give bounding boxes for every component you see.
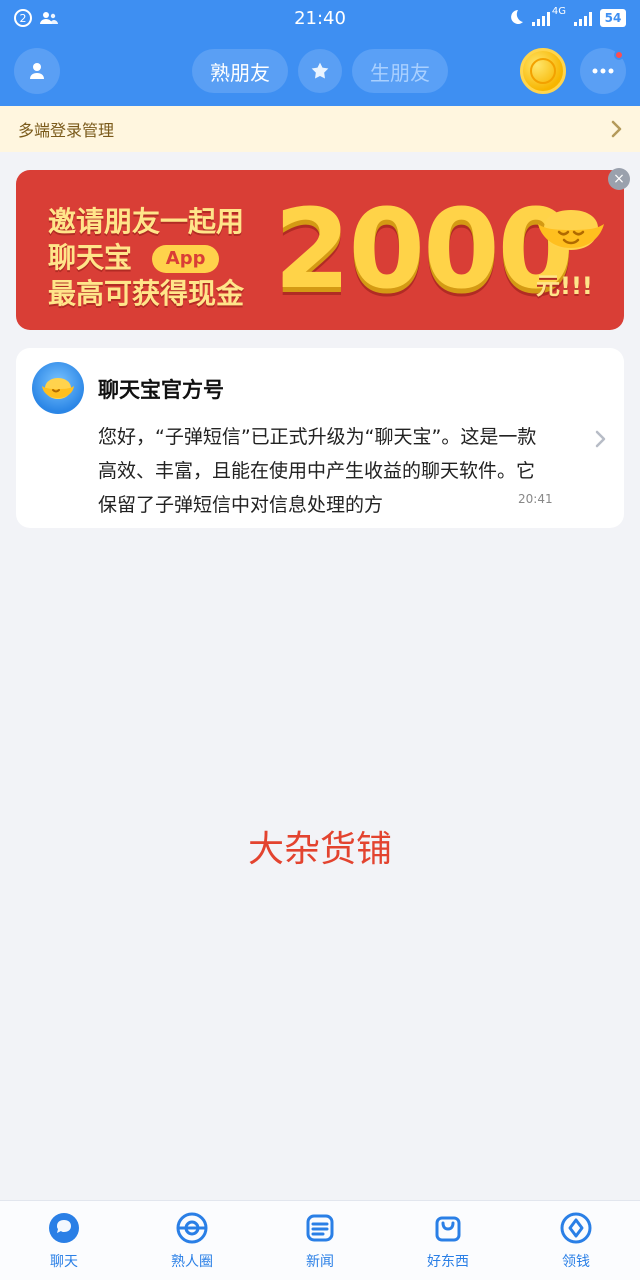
news-icon: [306, 1214, 334, 1241]
promo-line2-wrap: 聊天宝 App: [48, 240, 244, 276]
more-button[interactable]: [580, 48, 626, 94]
promo-line2: 聊天宝: [48, 241, 133, 274]
nav-goods[interactable]: 好东西: [384, 1211, 512, 1271]
circle-icon: [176, 1212, 208, 1243]
top-bar: 2 21:40 4G 54 熟朋友 生朋友: [0, 0, 640, 106]
close-promo-button[interactable]: ×: [608, 168, 630, 190]
chevron-right-icon: [611, 120, 622, 138]
contacts-status-icon: [40, 12, 58, 24]
tab-new-friends[interactable]: 生朋友: [352, 49, 448, 93]
nav-chat[interactable]: 聊天: [0, 1211, 128, 1271]
tab-label: 生朋友: [370, 60, 430, 85]
notification-count: 2: [19, 11, 27, 25]
promo-app-chip: App: [151, 245, 220, 273]
nav-label: 聊天: [50, 1253, 78, 1270]
nav-label: 熟人圈: [171, 1253, 213, 1270]
message-title: 聊天宝官方号: [98, 378, 224, 402]
chevron-right-icon: [595, 430, 606, 448]
promo-amount: 2000: [274, 185, 574, 313]
favorites-button[interactable]: [298, 49, 342, 93]
notification-dot: [614, 50, 624, 60]
nav-earn[interactable]: 领钱: [512, 1211, 640, 1271]
bag-icon: [435, 1216, 461, 1241]
more-dots-icon: [592, 68, 614, 74]
network-type: 4G: [551, 6, 566, 17]
star-icon: [311, 62, 329, 79]
center-shop-label: 大杂货铺: [247, 829, 392, 870]
close-icon: ×: [613, 171, 625, 187]
header: 熟朋友 生朋友: [0, 36, 640, 106]
promo-line3: 最高可获得现金: [48, 277, 245, 310]
battery-indicator: 54: [600, 9, 626, 27]
multi-login-banner[interactable]: 多端登录管理: [0, 106, 640, 152]
notification-count-icon: 2: [14, 9, 32, 27]
promo-banner[interactable]: 邀请朋友一起用 聊天宝 App 最高可获得现金 2000 元!!!: [16, 170, 624, 330]
tab-close-friends[interactable]: 熟朋友: [192, 49, 288, 93]
friend-tabs: 熟朋友 生朋友: [192, 49, 448, 93]
status-left: 2: [14, 9, 58, 27]
coin-icon: [530, 58, 556, 84]
ingot-avatar-icon: [42, 378, 74, 399]
signal-icon-2: [574, 10, 592, 26]
status-bar: 2 21:40 4G 54: [0, 0, 640, 36]
nav-label: 好东西: [427, 1253, 469, 1270]
message-preview: 您好，“子弹短信”已正式升级为“聊天宝”。这是一款高效、丰富，且能在使用中产生收…: [98, 426, 537, 516]
message-time: 20:41: [512, 492, 553, 506]
nav-label: 新闻: [306, 1253, 334, 1270]
battery-percent: 54: [604, 11, 622, 25]
signal-icon: [531, 10, 550, 26]
nav-moments[interactable]: 熟人圈: [128, 1211, 256, 1271]
tab-label: 熟朋友: [210, 60, 270, 85]
official-message-card[interactable]: 聊天宝官方号 您好，“子弹短信”已正式升级为“聊天宝”。这是一款高效、丰富，且能…: [16, 348, 624, 528]
gold-ingot-icon: [538, 210, 604, 250]
status-right: 4G 54: [506, 6, 626, 27]
promo-text: 邀请朋友一起用 聊天宝 App 最高可获得现金: [48, 204, 244, 312]
money-icon: [560, 1212, 592, 1243]
profile-button[interactable]: [14, 48, 60, 94]
user-icon: [30, 63, 44, 79]
chat-icon: [49, 1212, 79, 1243]
bottom-nav: 聊天 熟人圈 新闻 好东西 领钱: [0, 1200, 640, 1280]
moon-icon: [510, 10, 523, 24]
nav-label: 领钱: [562, 1253, 590, 1270]
multi-login-label: 多端登录管理: [18, 121, 115, 140]
promo-suffix: 元!!!: [536, 272, 593, 300]
nav-news[interactable]: 新闻: [256, 1211, 384, 1271]
promo-line1: 邀请朋友一起用: [48, 205, 245, 238]
coin-button[interactable]: [520, 48, 566, 94]
avatar: [32, 362, 84, 414]
